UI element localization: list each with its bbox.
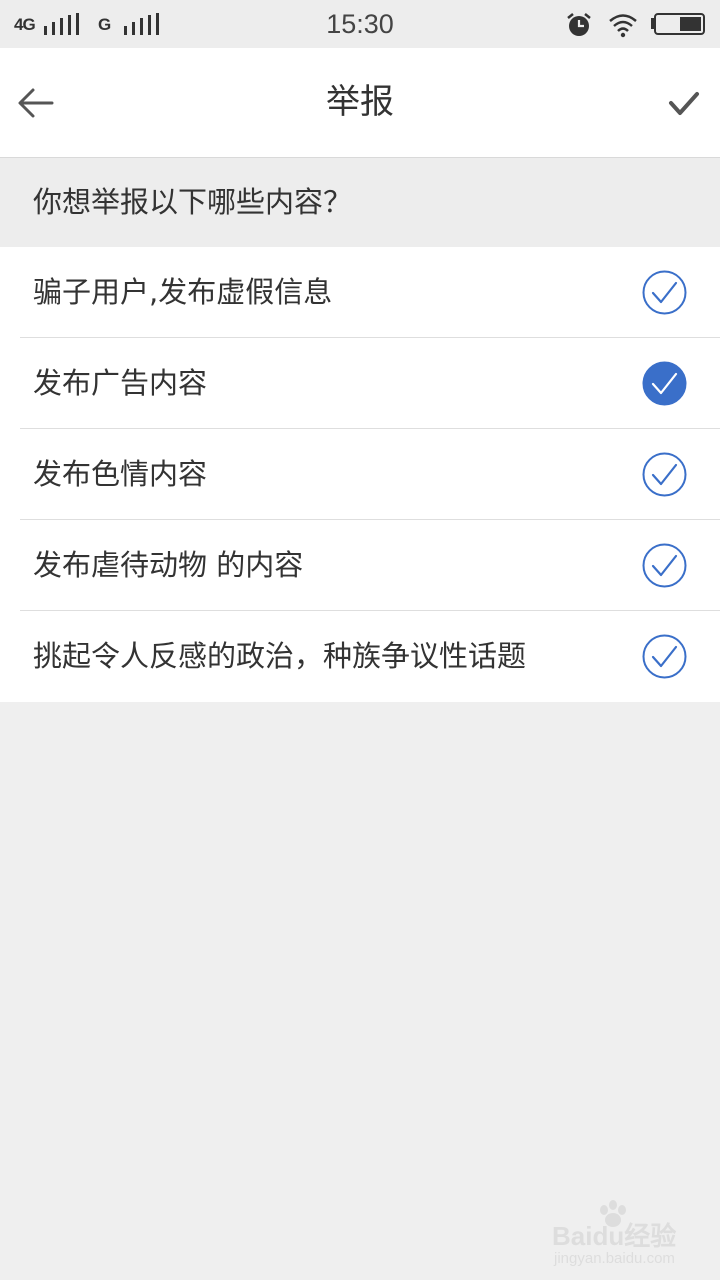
app-header: 举报	[0, 48, 720, 158]
report-options-list: 骗子用户,发布虚假信息 发布广告内容 发布色情内容 发布虐待动物 的内容 挑起令…	[0, 247, 720, 702]
page-title: 举报	[326, 82, 394, 122]
watermark-url: jingyan.baidu.com	[554, 1250, 675, 1267]
option-label: 发布广告内容	[33, 366, 208, 400]
option-label: 发布色情内容	[33, 457, 208, 491]
baidu-watermark: Baidu经验 jingyan.baidu.com	[552, 1200, 702, 1270]
option-label: 发布虐待动物 的内容	[33, 548, 304, 582]
wifi-icon	[609, 14, 637, 38]
checkbox-circle-icon[interactable]	[642, 543, 687, 588]
checkmark-icon	[669, 92, 699, 115]
checkbox-circle-icon[interactable]	[642, 361, 687, 406]
checkbox-circle-icon[interactable]	[642, 452, 687, 497]
battery-icon	[651, 13, 705, 35]
confirm-button[interactable]	[654, 72, 714, 132]
watermark-brand: Baidu经验	[552, 1221, 677, 1251]
arrow-left-icon	[18, 88, 54, 118]
report-option[interactable]: 发布广告内容	[0, 338, 720, 429]
status-bar: 4G G 15:30	[0, 0, 720, 48]
report-option[interactable]: 发布色情内容	[0, 429, 720, 520]
option-label: 骗子用户,发布虚假信息	[33, 275, 333, 309]
back-button[interactable]	[10, 72, 70, 132]
option-label: 挑起令人反感的政治，种族争议性话题	[33, 639, 527, 673]
report-option[interactable]: 挑起令人反感的政治，种族争议性话题	[0, 611, 720, 702]
checkbox-circle-icon[interactable]	[642, 270, 687, 315]
checkbox-circle-icon[interactable]	[642, 634, 687, 679]
question-text: 你想举报以下哪些内容？	[33, 185, 353, 219]
alarm-icon	[567, 13, 591, 36]
question-header: 你想举报以下哪些内容？	[0, 158, 720, 247]
report-option[interactable]: 骗子用户,发布虚假信息	[0, 247, 720, 338]
report-option[interactable]: 发布虐待动物 的内容	[0, 520, 720, 611]
